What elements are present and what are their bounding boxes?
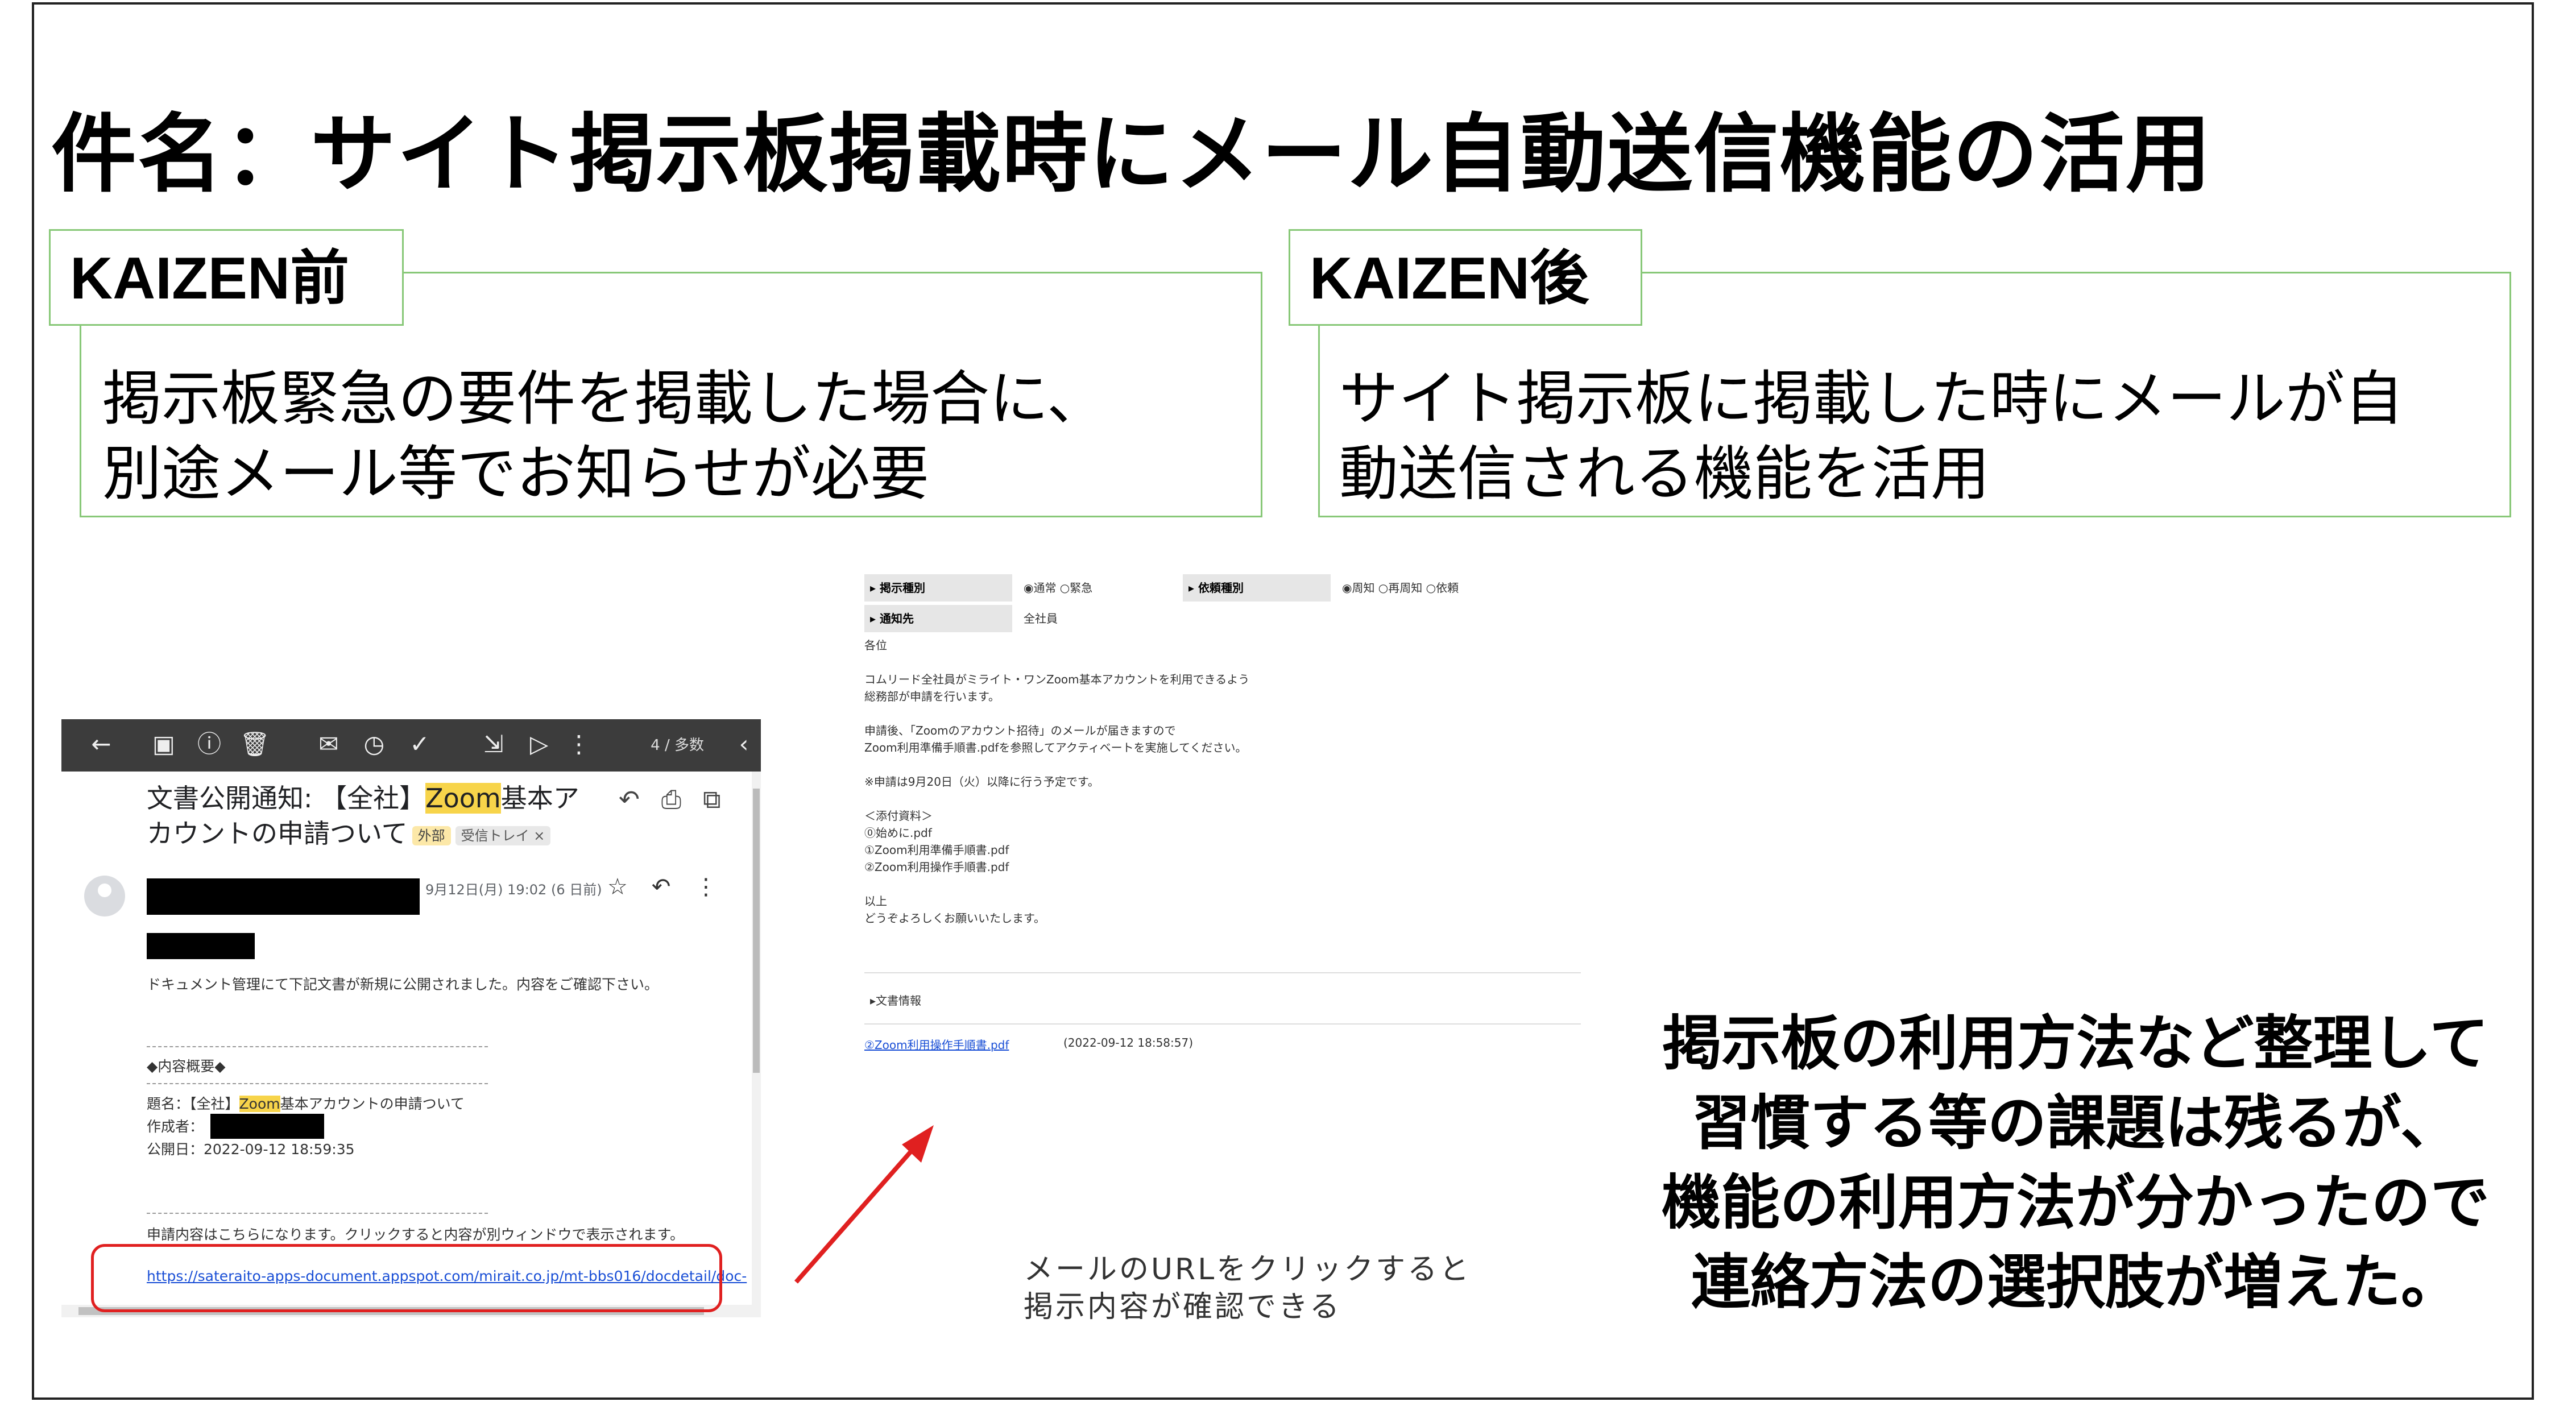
attachment-timestamp: (2022-09-12 18:58:57)	[1063, 1036, 1194, 1050]
divider	[147, 1213, 488, 1214]
redacted-recipient	[147, 933, 255, 959]
conclusion-line-3: 機能の利用方法が分かったので	[1661, 1168, 2490, 1237]
summary-header: ◆内容概要◆	[147, 1058, 226, 1075]
snooze-icon[interactable]: ◷	[357, 727, 391, 761]
subject-prefix: 文書公開通知: 【全社】	[147, 783, 426, 814]
doc-published: 公開日：2022-09-12 18:59:35	[147, 1141, 355, 1158]
after-line-1: サイト掲示板に掲載した時にメールが自	[1339, 364, 2404, 433]
after-line-2: 動送信される機能を活用	[1339, 439, 1990, 508]
add-task-icon[interactable]: ✓	[403, 727, 437, 761]
attachment-link[interactable]: ②Zoom利用操作手順書.pdf	[864, 1036, 1009, 1052]
after-label: KAIZEN後	[1289, 229, 1642, 326]
chevron-left-icon[interactable]: ‹	[727, 727, 761, 761]
body-line: 総務部が申請を行います。	[864, 690, 1000, 703]
slide-title: 件名：サイト掲示板掲載時にメール自動送信機能の活用	[51, 105, 2213, 204]
back-arrow-icon[interactable]: ←	[84, 727, 118, 761]
email-toolbar: ← ▣ ⓘ 🗑 ✉ ◷ ✓ ⇲ ▷ ⋮ 4 / 多数 ‹	[61, 719, 761, 772]
post-type-value[interactable]: ◉通常 ○緊急	[1024, 574, 1092, 602]
doc-info-toggle[interactable]: ▸文書情報	[870, 992, 921, 1009]
body-line: ⓪始めに.pdf	[864, 826, 932, 840]
archive-icon[interactable]: ▣	[147, 727, 181, 761]
divider	[147, 1083, 488, 1084]
more-vert-icon[interactable]: ⋮	[694, 874, 717, 900]
before-line-1: 掲示板緊急の要件を掲載した場合に、	[102, 364, 1106, 433]
print-icon[interactable]: ⎙	[661, 785, 681, 814]
body-line: ②Zoom利用操作手順書.pdf	[864, 860, 1009, 874]
doc-title-label: 題名：【全社】	[147, 1096, 239, 1112]
before-label: KAIZEN前	[49, 229, 404, 326]
request-type-label: ▸ 依頼種別	[1183, 574, 1331, 602]
delete-icon[interactable]: 🗑	[238, 727, 272, 761]
reply-icon[interactable]: ↶	[652, 874, 671, 900]
report-spam-icon[interactable]: ⓘ	[192, 727, 226, 761]
doc-title: 題名：【全社】Zoom基本アカウントの申請ついて	[147, 1094, 465, 1114]
more-vert-icon[interactable]: ⋮	[562, 727, 596, 761]
body-line: コムリード全社員がミライト・ワンZoom基本アカウントを利用できるよう	[864, 673, 1250, 686]
recipients-value: 全社員	[1024, 612, 1058, 625]
email-subject: 文書公開通知: 【全社】Zoom基本アカウントの申請ついて 外部 受信トレイ ×	[147, 781, 602, 851]
conclusion-line-4: 連絡方法の選択肢が増えた。	[1691, 1247, 2460, 1317]
star-icon[interactable]: ☆	[607, 874, 628, 900]
avatar	[84, 876, 125, 917]
vertical-scrollbar[interactable]	[752, 772, 761, 1306]
request-type-value[interactable]: ◉周知 ○再周知 ○依頼	[1342, 574, 1459, 602]
divider	[864, 1023, 1581, 1025]
move-to-icon[interactable]: ⇲	[477, 727, 511, 761]
body-line: どうぞよろしくお願いいたします。	[864, 911, 1045, 925]
post-type-label: ▸ 掲示種別	[864, 574, 1012, 602]
redacted-sender	[147, 878, 420, 915]
message-counter: 4 / 多数	[651, 737, 704, 754]
body-line: Zoom利用準備手順書.pdfを参照してアクティベートを実施してください。	[864, 741, 1247, 754]
body-line: ＜添付資料＞	[864, 809, 933, 823]
red-arrow-icon	[794, 1125, 934, 1284]
body-line: ①Zoom利用準備手順書.pdf	[864, 843, 1009, 857]
email-notice: ドキュメント管理にて下記文書が新規に公開されました。内容をご確認下さい。	[147, 976, 659, 993]
recipients-label: ▸ 通知先	[864, 605, 1012, 632]
external-chip: 外部	[412, 826, 451, 845]
redacted-author	[210, 1114, 324, 1139]
conclusion: 掲示板の利用方法など整理して 習慣する等の課題は残るが、 機能の利用方法が分かっ…	[1621, 1003, 2531, 1322]
doc-title-highlight: Zoom	[239, 1096, 280, 1112]
caption: メールのURLをクリックすると 掲示内容が確認できる	[1024, 1251, 1471, 1326]
mail-icon[interactable]: ✉	[312, 727, 346, 761]
body-line: 各位	[864, 638, 887, 652]
caption-line-2: 掲示内容が確認できる	[1024, 1290, 1341, 1324]
body-line: 申請後、「Zoomのアカウント招待」のメールが届きますので	[864, 724, 1176, 737]
footer-note: 申請内容はこちらになります。クリックすると内容が別ウィンドウで表示されます。	[147, 1226, 685, 1243]
link-highlight-oval	[91, 1244, 722, 1312]
email-screenshot: ← ▣ ⓘ 🗑 ✉ ◷ ✓ ⇲ ▷ ⋮ 4 / 多数 ‹ 文書公開通知: 【全社…	[61, 719, 761, 1328]
conclusion-line-1: 掲示板の利用方法など整理して	[1662, 1009, 2489, 1078]
body-line: ※申請は9月20日（火）以降に行う予定です。	[864, 775, 1099, 789]
body-line: 以上	[864, 894, 887, 908]
subject-highlight: Zoom	[425, 783, 501, 814]
inbox-chip[interactable]: 受信トレイ ×	[455, 826, 551, 845]
divider	[864, 972, 1581, 973]
reply-all-icon[interactable]: ↶	[619, 785, 640, 814]
open-new-window-icon[interactable]: ⧉	[703, 785, 720, 814]
before-line-2: 別途メール等でお知らせが必要	[102, 439, 929, 508]
scroll-thumb[interactable]	[753, 789, 760, 1073]
doc-author: 作成者：	[147, 1118, 204, 1135]
label-icon[interactable]: ▷	[522, 727, 556, 761]
email-date: 9月12日(月) 19:02 (6 日前)	[425, 882, 602, 898]
doc-title-rest: 基本アカウントの申請ついて	[280, 1096, 465, 1112]
board-post-screenshot: ▸ 掲示種別 ◉通常 ○緊急 ▸ 依頼種別 ◉周知 ○再周知 ○依頼 ▸ 通知先…	[859, 574, 1581, 1063]
caption-line-1: メールのURLをクリックすると	[1024, 1253, 1472, 1287]
conclusion-line-2: 習慣する等の課題は残るが、	[1692, 1088, 2459, 1158]
divider	[147, 1046, 488, 1047]
